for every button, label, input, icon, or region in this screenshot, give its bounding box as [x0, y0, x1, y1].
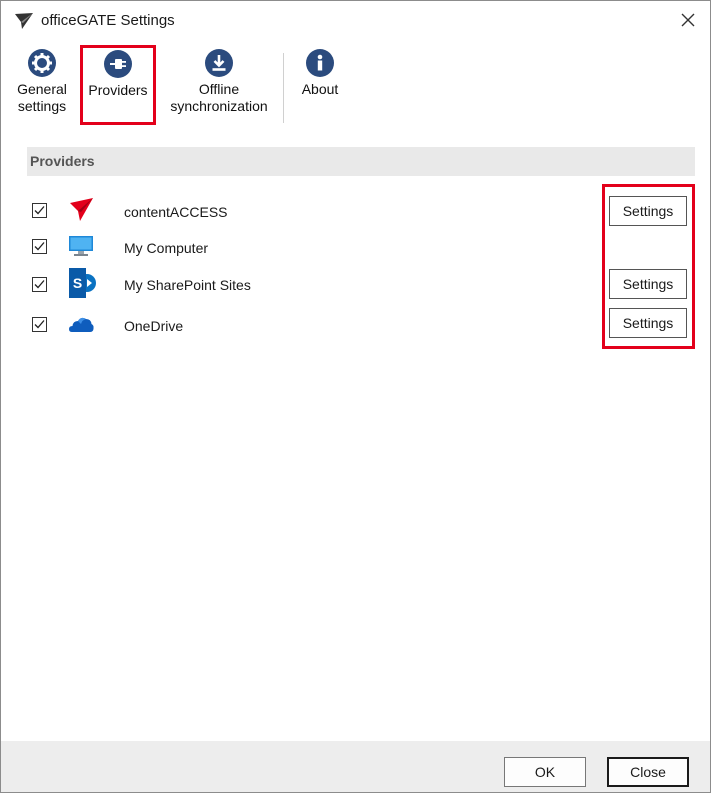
- dialog-footer: OK Close: [1, 741, 710, 792]
- about-button[interactable]: About: [290, 45, 350, 98]
- provider-name-contentaccess: contentACCESS: [124, 204, 228, 220]
- provider-row-onedrive: OneDrive Settings: [1, 308, 710, 342]
- providers-header-label: Providers: [30, 153, 95, 169]
- onedrive-icon: [69, 317, 94, 332]
- plug-icon: [104, 50, 132, 78]
- gear-icon: [28, 49, 56, 77]
- provider-checkbox-contentaccess[interactable]: [32, 203, 47, 218]
- provider-checkbox-onedrive[interactable]: [32, 317, 47, 332]
- close-icon: [681, 13, 695, 27]
- offline-synchronization-label: Offline synchronization: [163, 81, 275, 115]
- close-button[interactable]: Close: [607, 757, 689, 787]
- ribbon-separator: [283, 53, 284, 123]
- provider-checkbox-my-computer[interactable]: [32, 239, 47, 254]
- checkmark-icon: [34, 320, 45, 329]
- offline-label-line1: Offline: [198, 81, 240, 97]
- close-window-button[interactable]: [676, 9, 700, 31]
- sharepoint-icon: S: [69, 268, 96, 298]
- providers-section-header: Providers: [27, 147, 695, 176]
- svg-text:S: S: [73, 275, 82, 291]
- info-icon: [306, 49, 334, 77]
- ok-button[interactable]: OK: [504, 757, 586, 787]
- settings-window: officeGATE Settings General settings Pro…: [0, 0, 711, 793]
- provider-checkbox-sharepoint[interactable]: [32, 277, 47, 292]
- provider-name-onedrive: OneDrive: [124, 318, 184, 334]
- provider-row-my-computer: My Computer: [1, 230, 710, 264]
- general-settings-label: General settings: [6, 81, 78, 115]
- checkmark-icon: [34, 242, 45, 251]
- general-settings-button[interactable]: General settings: [6, 45, 78, 115]
- providers-button[interactable]: Providers: [80, 45, 156, 125]
- providers-label: Providers: [88, 82, 148, 98]
- sharepoint-settings-button[interactable]: Settings: [609, 269, 687, 299]
- checkmark-icon: [34, 280, 45, 289]
- general-label-line1: General: [17, 81, 67, 97]
- provider-row-contentaccess: contentACCESS Settings: [1, 194, 710, 228]
- onedrive-settings-button[interactable]: Settings: [609, 308, 687, 338]
- title-bar: officeGATE Settings: [1, 1, 710, 37]
- offline-label-line2: synchronization: [170, 98, 268, 114]
- ribbon-toolbar: General settings Providers Offline synch…: [1, 45, 710, 131]
- provider-name-sharepoint: My SharePoint Sites: [124, 277, 251, 293]
- general-label-line2: settings: [17, 98, 67, 114]
- officegate-logo-icon: [15, 13, 33, 29]
- window-title: officeGATE Settings: [41, 12, 175, 29]
- provider-name-my-computer: My Computer: [124, 240, 209, 256]
- about-label: About: [301, 81, 339, 97]
- monitor-icon: [69, 236, 93, 256]
- offline-synchronization-button[interactable]: Offline synchronization: [163, 45, 275, 115]
- provider-row-sharepoint: S My SharePoint Sites Settings: [1, 267, 710, 301]
- contentaccess-settings-button[interactable]: Settings: [609, 196, 687, 226]
- cloud-download-icon: [205, 49, 233, 77]
- checkmark-icon: [34, 206, 45, 215]
- contentaccess-logo-icon: [70, 198, 93, 221]
